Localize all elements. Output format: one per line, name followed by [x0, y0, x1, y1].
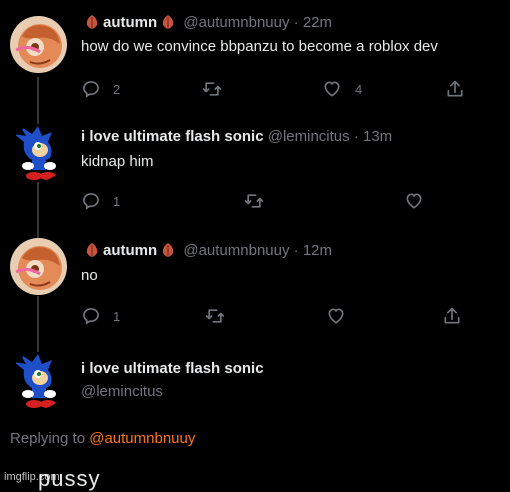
display-name[interactable]: i love ultimate flash sonic: [81, 128, 264, 145]
share-icon: [444, 307, 460, 324]
timestamp[interactable]: 22m: [303, 14, 332, 31]
leaf-emoji-icon: [163, 15, 174, 29]
timestamp[interactable]: 12m: [303, 242, 332, 259]
thread-line: [37, 182, 39, 224]
reply-count: 1: [113, 193, 121, 209]
replying-to-line: Replying to @autumnbnuuy: [10, 430, 195, 447]
reply-button[interactable]: 1: [81, 191, 120, 211]
replying-prefix: Replying to: [10, 430, 86, 447]
thread-line: [37, 296, 39, 338]
user-handle[interactable]: @autumnbnuuy: [183, 242, 289, 259]
user-handle[interactable]: @lemincitus: [268, 128, 350, 145]
share-icon: [447, 80, 463, 97]
reply-button[interactable]: 1: [81, 306, 120, 326]
composer-handle: @lemincitus: [81, 382, 163, 402]
heart-icon: [324, 81, 340, 97]
reply-button[interactable]: 2: [81, 79, 120, 99]
tweet-header: i love ultimate flash sonic @lemincitus …: [81, 127, 392, 147]
tweet-text: kidnap him: [81, 153, 154, 170]
tweet-2[interactable]: i love ultimate flash sonic @lemincitus …: [0, 110, 510, 224]
thread-line: [37, 338, 39, 352]
leaf-emoji-icon: [163, 243, 174, 257]
sonic-avatar-icon: [10, 352, 67, 409]
avatar[interactable]: [10, 124, 67, 181]
tweet-1[interactable]: autumn @autumnbnuuy · 22m how do we conv…: [0, 0, 510, 110]
orange-character-avatar-icon: [10, 16, 67, 73]
retweet-button[interactable]: [243, 191, 265, 211]
retweet-icon: [244, 194, 264, 208]
avatar[interactable]: [10, 238, 67, 295]
reply-icon: [83, 81, 99, 98]
tweet-text: how do we convince bbpanzu to become a r…: [81, 38, 438, 55]
reply-count: 2: [113, 81, 121, 97]
thread-line: [37, 77, 39, 110]
display-name[interactable]: autumn: [103, 14, 157, 31]
sonic-avatar-icon: [10, 124, 67, 181]
separator-dot: ·: [293, 14, 299, 31]
leaf-emoji-icon: [86, 243, 98, 257]
heart-icon: [406, 193, 422, 209]
thread-line: [37, 110, 39, 124]
tweet-header: autumn @autumnbnuuy · 22m: [81, 13, 332, 33]
avatar[interactable]: [10, 352, 67, 409]
like-button[interactable]: [403, 191, 425, 211]
tweet-text: no: [81, 267, 98, 284]
like-button[interactable]: [325, 306, 347, 326]
like-count: 4: [355, 81, 363, 97]
tweet-header: autumn @autumnbnuuy · 12m: [81, 241, 332, 261]
retweet-icon: [205, 309, 225, 323]
share-button[interactable]: [445, 79, 465, 99]
avatar[interactable]: [10, 16, 67, 73]
retweet-icon: [202, 82, 222, 96]
display-name[interactable]: i love ultimate flash sonic: [81, 360, 264, 377]
separator-dot: ·: [353, 128, 359, 145]
retweet-button[interactable]: [204, 306, 226, 326]
like-button[interactable]: 4: [321, 79, 362, 99]
retweet-button[interactable]: [201, 79, 223, 99]
separator-dot: ·: [293, 242, 299, 259]
leaf-emoji-icon: [86, 15, 98, 29]
user-handle[interactable]: @autumnbnuuy: [183, 14, 289, 31]
share-button[interactable]: [442, 306, 462, 326]
user-handle[interactable]: @lemincitus: [81, 383, 163, 400]
reply-composer: i love ultimate flash sonic @lemincitus: [0, 338, 510, 428]
composer-name: i love ultimate flash sonic: [81, 359, 264, 379]
heart-icon: [328, 308, 344, 324]
thread-line: [37, 224, 39, 238]
replying-to-mention[interactable]: @autumnbnuuy: [89, 430, 195, 447]
reply-count: 1: [113, 308, 121, 324]
display-name[interactable]: autumn: [103, 242, 157, 259]
timestamp[interactable]: 13m: [363, 128, 392, 145]
reply-icon: [83, 308, 99, 325]
reply-icon: [83, 193, 99, 210]
imgflip-watermark: imgflip.com: [4, 471, 60, 483]
tweet-3[interactable]: autumn @autumnbnuuy · 12m no 1: [0, 224, 510, 338]
orange-character-avatar-icon: [10, 238, 67, 295]
